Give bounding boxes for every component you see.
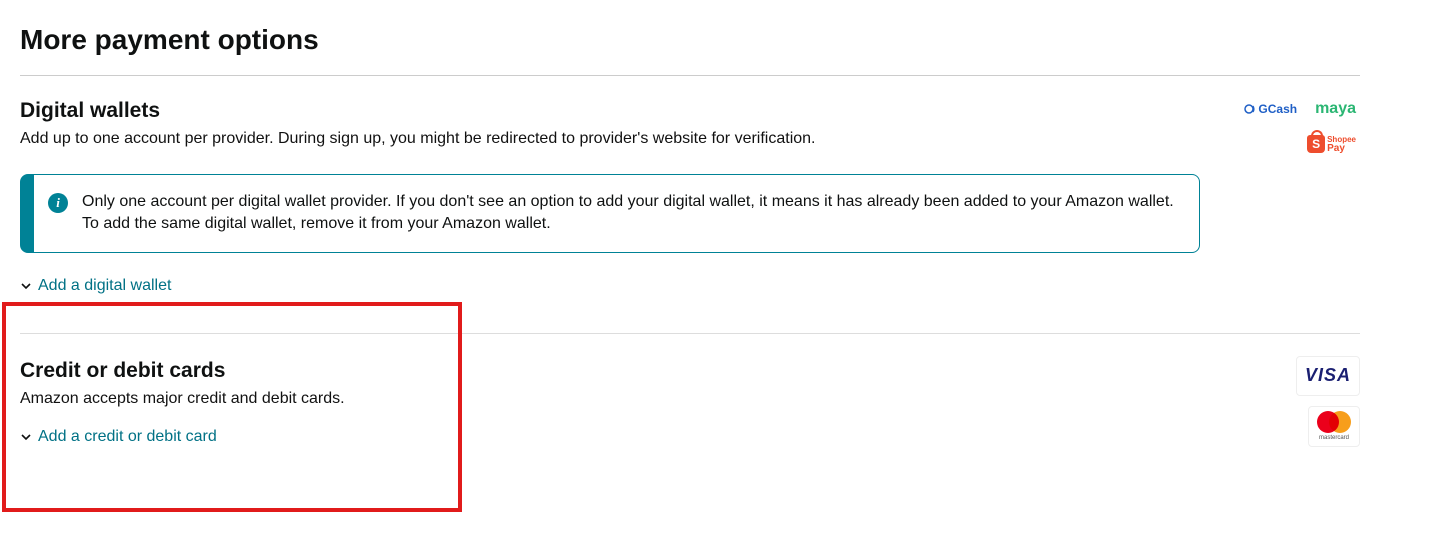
- digital-wallets-subtext: Add up to one account per provider. Duri…: [20, 128, 1220, 150]
- cards-subtext: Amazon accepts major credit and debit ca…: [20, 388, 1276, 410]
- card-brand-logos: VISA mastercard: [1296, 356, 1360, 447]
- shopeepay-logo-icon: ShopeePay: [1303, 133, 1360, 155]
- page-container: More payment options Digital wallets Add…: [20, 20, 1360, 467]
- gcash-logo-icon: GCash: [1240, 99, 1301, 120]
- chevron-down-icon: [20, 431, 32, 443]
- info-icon: i: [48, 193, 68, 213]
- add-digital-wallet-label: Add a digital wallet: [38, 275, 171, 297]
- section-divider: [20, 333, 1360, 334]
- add-card-link[interactable]: Add a credit or debit card: [20, 426, 217, 448]
- visa-logo-icon: VISA: [1296, 356, 1360, 395]
- add-card-label: Add a credit or debit card: [38, 426, 217, 448]
- cards-section: Credit or debit cards Amazon accepts maj…: [20, 356, 1360, 466]
- digital-wallets-heading: Digital wallets: [20, 96, 1220, 125]
- digital-wallets-section: Digital wallets Add up to one account pe…: [20, 96, 1360, 315]
- title-divider: [20, 75, 1360, 76]
- add-digital-wallet-link[interactable]: Add a digital wallet: [20, 275, 171, 297]
- chevron-down-icon: [20, 280, 32, 292]
- digital-wallet-provider-logos: GCash maya ShopeePay: [1240, 96, 1360, 154]
- cards-heading: Credit or debit cards: [20, 356, 1276, 385]
- digital-wallet-info-alert: i Only one account per digital wallet pr…: [20, 174, 1200, 253]
- digital-wallet-alert-text: Only one account per digital wallet prov…: [82, 191, 1179, 236]
- mastercard-logo-icon: mastercard: [1308, 406, 1360, 447]
- maya-logo-icon: maya: [1311, 96, 1360, 122]
- page-title: More payment options: [20, 20, 1360, 59]
